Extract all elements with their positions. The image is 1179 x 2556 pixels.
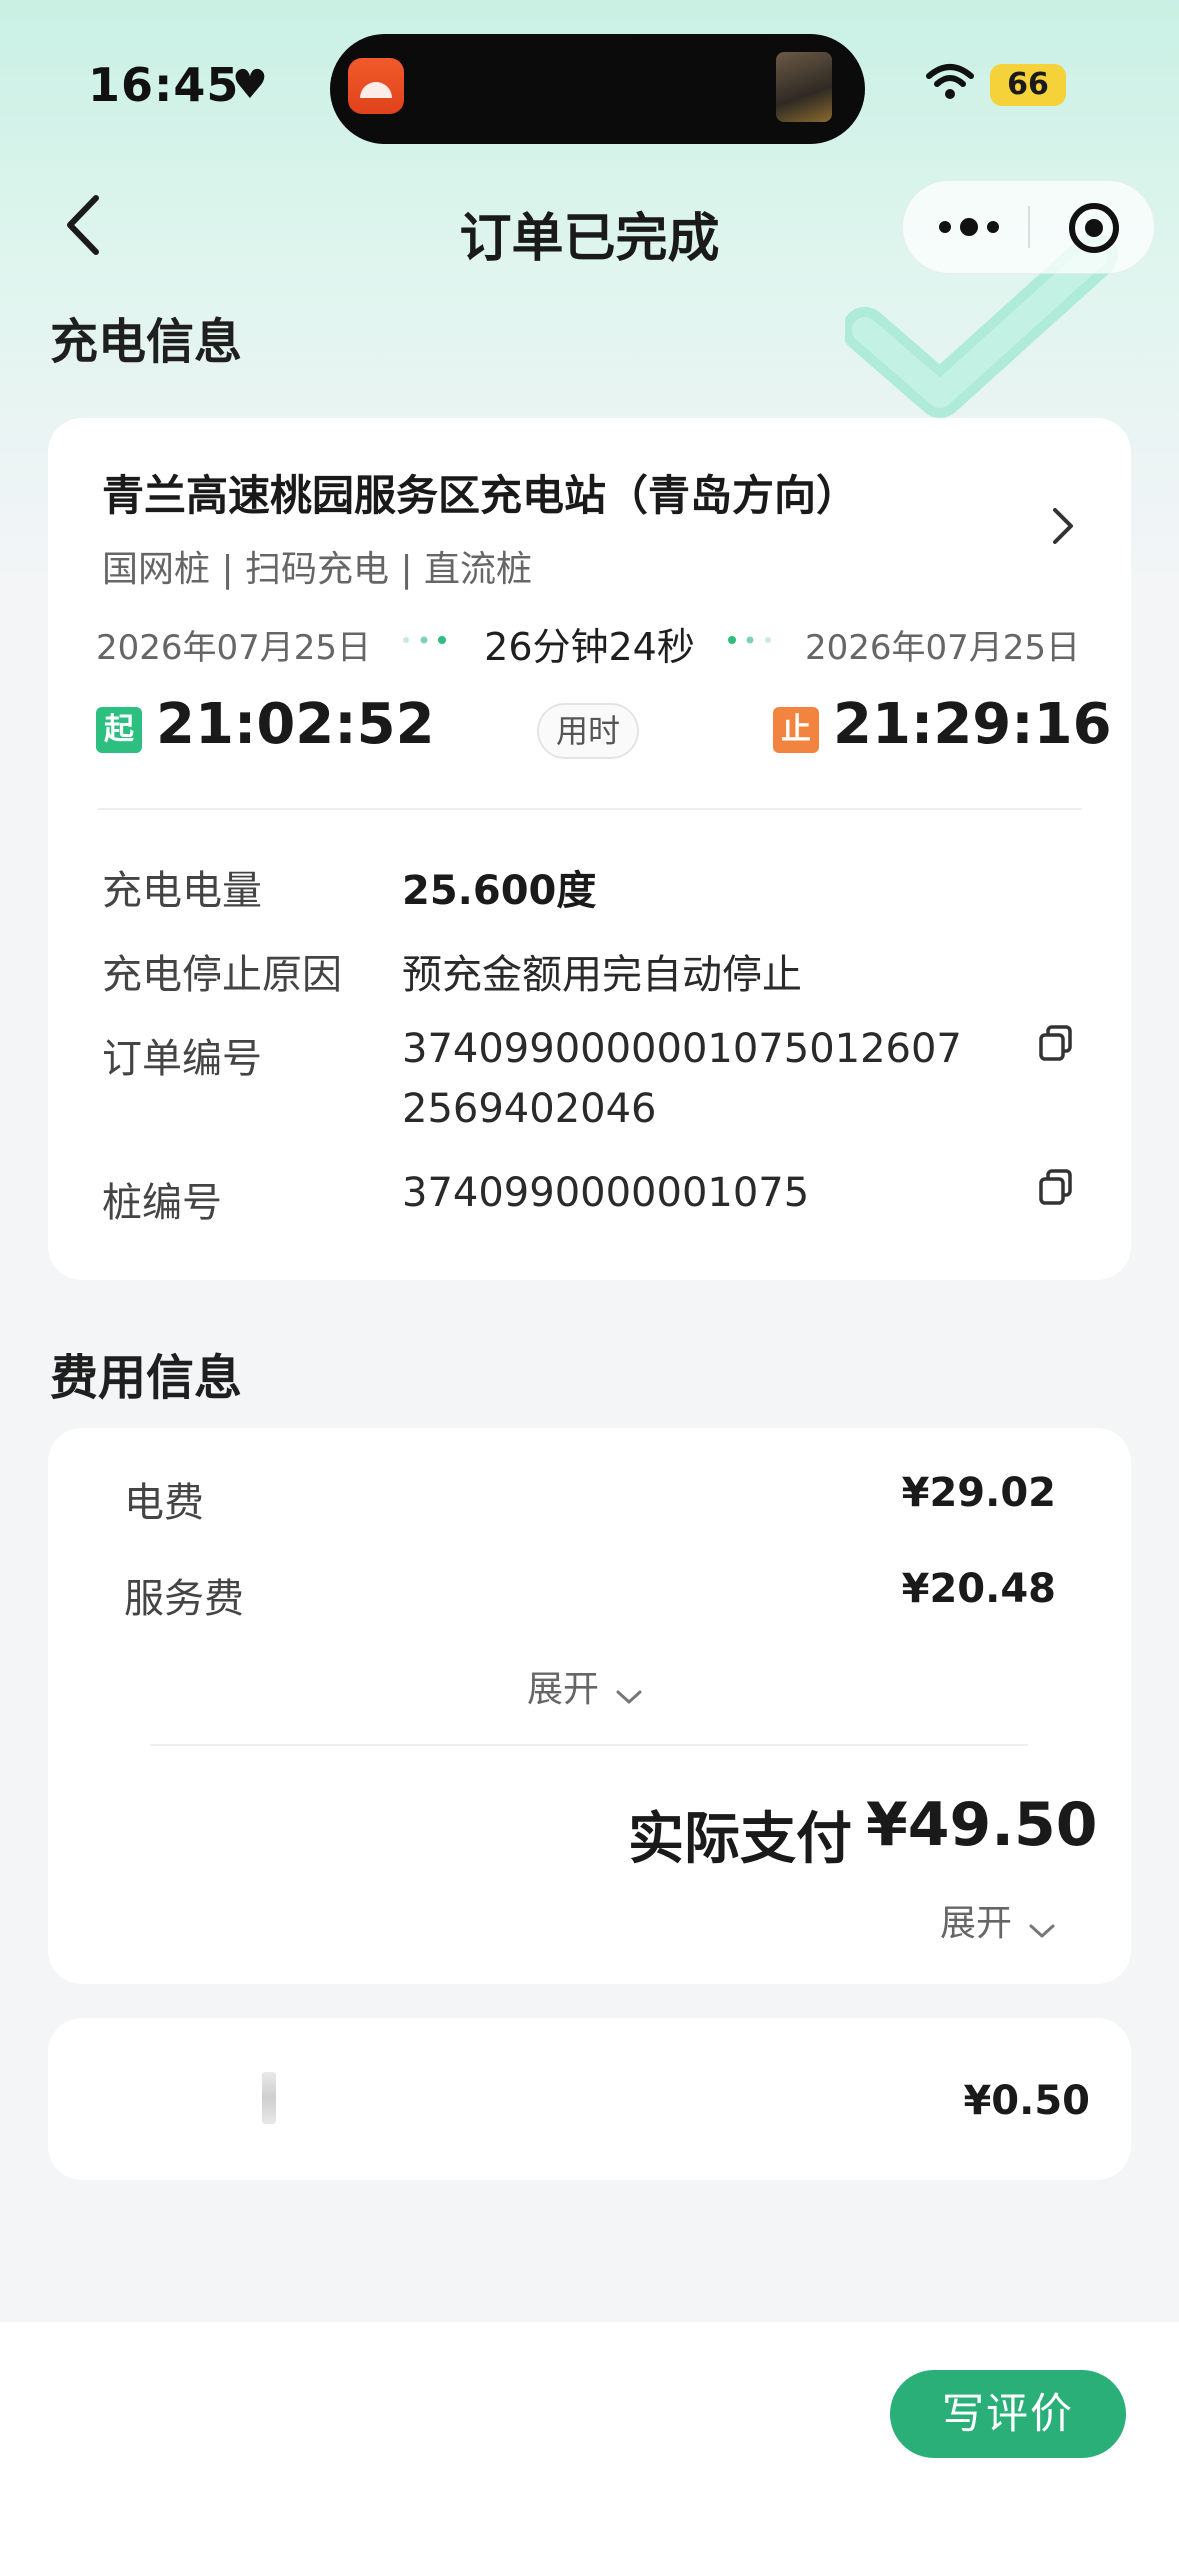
end-badge: 止	[773, 707, 819, 753]
more-dots-icon[interactable]	[935, 205, 1005, 249]
stop-reason-value: 预充金额用完自动停止	[402, 952, 802, 998]
write-review-button[interactable]: 写评价	[890, 2370, 1126, 2458]
order-number-value-line2: 2569402046	[402, 1086, 657, 1132]
expand-label: 展开	[527, 1669, 600, 1710]
start-badge: 起	[96, 707, 142, 753]
expand-fees-button[interactable]: 展开	[527, 1660, 644, 1712]
capsule-divider	[1028, 206, 1030, 248]
app-icon	[348, 58, 404, 114]
loading-placeholder	[262, 2072, 276, 2124]
station-tags: 国网桩 | 扫码充电 | 直流桩	[102, 549, 533, 590]
charge-amount-value: 25.600度	[402, 868, 597, 914]
electricity-fee-label: 电费	[124, 1480, 204, 1526]
status-time: 16:45	[88, 58, 240, 112]
chevron-right-icon[interactable]	[1050, 505, 1076, 547]
end-time: 21:29:16	[833, 692, 1112, 757]
charging-section-title: 充电信息	[50, 314, 243, 370]
electricity-fee-value: ¥29.02	[901, 1470, 1056, 1516]
station-name[interactable]: 青兰高速桃园服务区充电站（青岛方向）	[102, 462, 858, 523]
pile-number-value: 3740990000001075	[402, 1170, 810, 1216]
fee-section-title: 费用信息	[50, 1350, 243, 1406]
progress-dots-right	[728, 636, 771, 644]
battery-indicator: 66	[990, 64, 1066, 106]
service-fee-value: ¥20.48	[901, 1566, 1056, 1612]
service-fee-label: 服务费	[124, 1576, 244, 1622]
end-date: 2026年07月25日	[805, 628, 1081, 668]
actual-payment-value: ¥49.50	[866, 1790, 1098, 1860]
media-thumbnail	[776, 52, 832, 122]
heart-icon: ♥	[232, 62, 268, 108]
order-number-label: 订单编号	[102, 1036, 262, 1082]
stop-reason-label: 充电停止原因	[102, 952, 342, 998]
expand-label: 展开	[940, 1903, 1013, 1944]
pile-number-label: 桩编号	[102, 1180, 222, 1226]
start-time: 21:02:52	[156, 692, 435, 757]
extra-amount-value: ¥0.50	[963, 2078, 1090, 2124]
expand-payment-button[interactable]: 展开	[940, 1894, 1057, 1946]
divider	[98, 808, 1082, 810]
target-icon[interactable]	[1066, 200, 1122, 256]
copy-icon[interactable]	[1038, 1024, 1074, 1062]
divider	[150, 1744, 1028, 1746]
order-number-value: 374099000000107501260​7	[402, 1026, 962, 1072]
charge-amount-label: 充电电量	[102, 868, 262, 914]
used-time-pill: 用时	[537, 703, 639, 759]
wifi-icon	[926, 64, 974, 99]
chevron-down-icon	[1029, 1924, 1055, 1937]
copy-icon[interactable]	[1038, 1168, 1074, 1206]
actual-payment-label: 实际支付	[628, 1807, 852, 1872]
chevron-down-icon	[616, 1690, 642, 1703]
